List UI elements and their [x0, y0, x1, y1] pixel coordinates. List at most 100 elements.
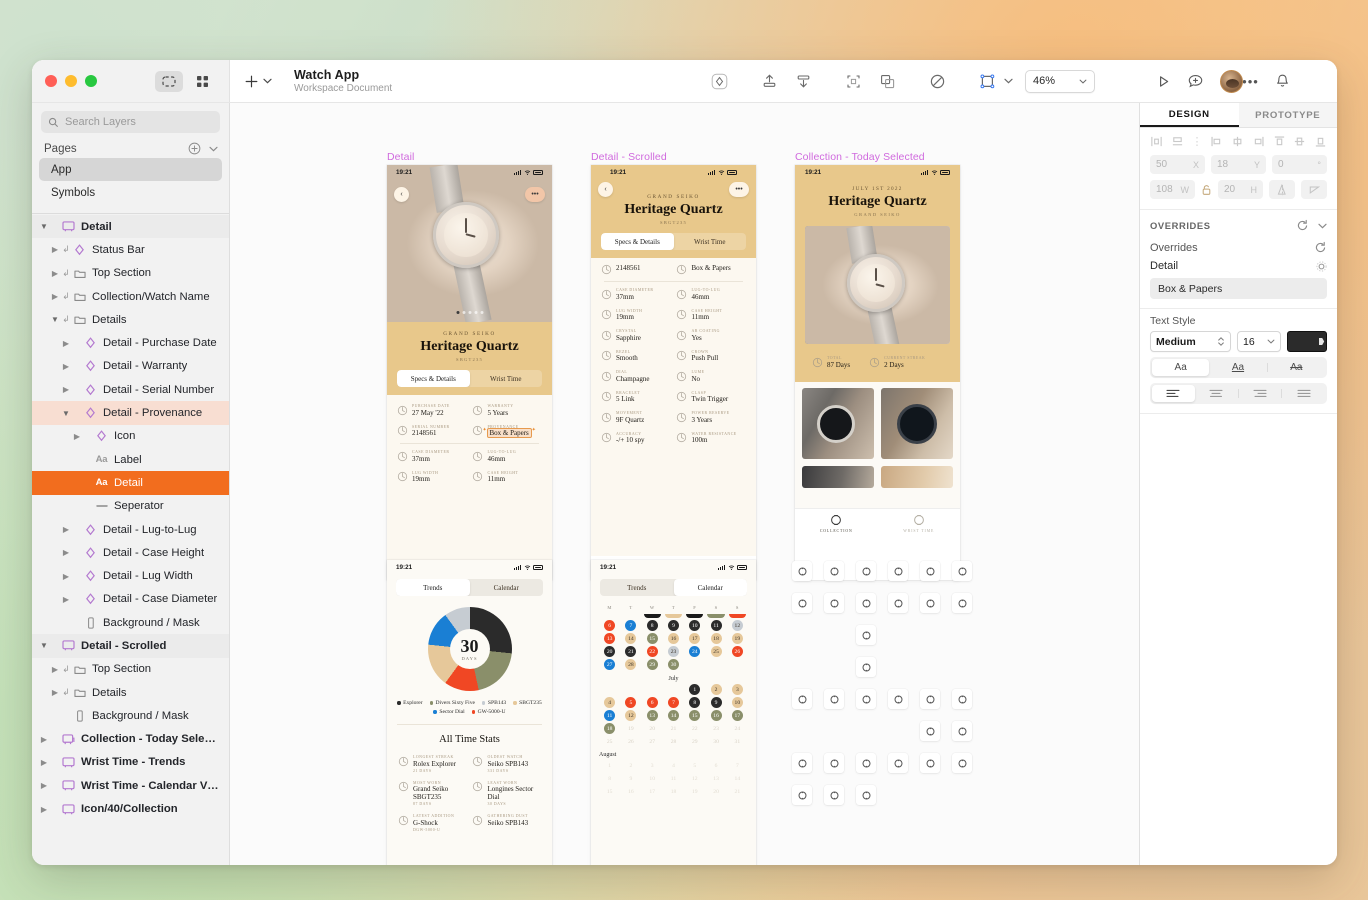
chevron-right-icon[interactable]: ▶ — [60, 362, 72, 371]
calendar-day[interactable]: 27 — [642, 736, 663, 747]
calendar-day[interactable] — [663, 684, 684, 695]
calendar-day[interactable]: 21 — [727, 786, 748, 797]
hash-icon[interactable] — [952, 753, 972, 773]
height-field[interactable]: 20 H — [1218, 180, 1263, 199]
calendar-day[interactable]: 11 — [705, 620, 726, 631]
calendar-day[interactable]: 19 — [684, 786, 705, 797]
layer-row-top-section[interactable]: ▶ ↲ Top Section — [32, 262, 229, 285]
make-symbol-icon[interactable] — [970, 68, 1004, 95]
play-icon[interactable] — [1156, 74, 1171, 89]
calendar-day[interactable]: 9 — [620, 773, 641, 784]
reset-overrides-icon[interactable] — [1296, 219, 1309, 232]
close-button[interactable] — [45, 75, 57, 87]
align-bottom-icon[interactable] — [786, 68, 820, 95]
calendar-day[interactable]: 6 — [642, 697, 663, 708]
calendar-day[interactable]: 6 — [705, 760, 726, 771]
tab-calendar[interactable]: Calendar — [470, 579, 544, 596]
font-weight-select[interactable]: Medium — [1150, 331, 1231, 352]
distribute-vertical-icon[interactable] — [1171, 135, 1184, 148]
tab-wrist-time[interactable]: Wrist Time — [470, 370, 543, 387]
comment-add-icon[interactable] — [1187, 73, 1204, 90]
calendar-day[interactable]: 11 — [663, 773, 684, 784]
calendar-day[interactable]: 29 — [642, 659, 663, 670]
align-right-icon[interactable] — [1252, 135, 1265, 148]
tab-trends[interactable]: Trends — [396, 579, 470, 596]
calendar-day[interactable]: 20 — [642, 723, 663, 734]
tab-trends[interactable]: Trends — [600, 579, 674, 596]
collection-card-4[interactable] — [881, 465, 953, 488]
bezel-icon[interactable] — [856, 593, 876, 613]
tab-wrist-time[interactable]: WRIST TIME — [878, 509, 961, 538]
flip-horizontal-icon[interactable] — [1269, 180, 1295, 199]
calendar-day[interactable] — [599, 684, 620, 695]
calendar-day[interactable]: 19 — [620, 723, 641, 734]
font-color-swatch[interactable] — [1287, 331, 1327, 352]
calendar-day[interactable]: 29 — [684, 736, 705, 747]
layer-row-background-mask[interactable]: Background / Mask — [32, 611, 229, 634]
zoom-button[interactable] — [85, 75, 97, 87]
calendar-day[interactable]: 17 — [642, 786, 663, 797]
align-right-option[interactable] — [1239, 385, 1282, 402]
calendar-day[interactable]: 13 — [705, 773, 726, 784]
calendar-grid-lower[interactable]: 1 2 3 4 5 6 7 8 9 10 11 12 13 14 15 16 17 18 19 20 21 22 23 24 2… — [599, 684, 748, 747]
text-decoration-segments[interactable]: Aa Aa Aa — [1150, 357, 1327, 378]
bell-icon[interactable] — [1275, 73, 1290, 89]
layer-row-label[interactable]: Aa Label — [32, 448, 229, 471]
chevron-down-icon[interactable]: ▼ — [38, 222, 50, 231]
page-item-app[interactable]: App — [39, 158, 222, 181]
calendar-day[interactable]: 18 — [599, 723, 620, 734]
insert-menu[interactable] — [244, 74, 272, 89]
layer-row-detail-case-height[interactable]: ▶ Detail - Case Height — [32, 541, 229, 564]
more-button[interactable]: ••• — [525, 187, 545, 202]
tab-specs-details[interactable]: Specs & Details — [397, 370, 470, 387]
calendar-day[interactable] — [620, 684, 641, 695]
calendar-day[interactable]: 3 — [727, 684, 748, 695]
toggle-grid-view-icon[interactable] — [188, 71, 216, 92]
calendar-day[interactable]: 18 — [705, 633, 726, 644]
snowflake-icon[interactable] — [856, 753, 876, 773]
layer-row-status-bar[interactable]: ▶ ↲ Status Bar — [32, 238, 229, 261]
calendar-day[interactable]: 16 — [620, 786, 641, 797]
calendar-day[interactable]: 25 — [599, 736, 620, 747]
align-center-option[interactable] — [1195, 385, 1238, 402]
size-fields[interactable]: 108 W 20 H — [1140, 177, 1337, 202]
chevron-right-icon[interactable]: ▶ — [38, 781, 50, 790]
calendar-day[interactable] — [727, 659, 748, 670]
symbol-icon-grid[interactable] — [792, 561, 972, 817]
layer-row-icon[interactable]: ▶ Icon — [32, 425, 229, 448]
layer-row-seperator[interactable]: Seperator — [32, 495, 229, 518]
chevron-right-icon[interactable]: ▶ — [60, 572, 72, 581]
tab-collection[interactable]: COLLECTION — [795, 509, 878, 538]
artboard-collection[interactable]: 19:21 JULY 1ST 2022 Heritage Quartz GRAN… — [795, 165, 960, 580]
power-icon[interactable] — [824, 689, 844, 709]
chevron-right-icon[interactable]: ▶ — [49, 269, 61, 278]
sparkle-icon[interactable] — [824, 753, 844, 773]
decoration-strikethrough[interactable]: Aa — [1268, 359, 1325, 376]
calendar-day[interactable]: 1 — [684, 684, 705, 695]
layer-row-background-mask[interactable]: Background / Mask — [32, 704, 229, 727]
tab-design[interactable]: DESIGN — [1140, 103, 1239, 127]
toggle-layers-panel-icon[interactable] — [155, 70, 183, 92]
flame-icon[interactable] — [792, 753, 812, 773]
artboard-title-detail-scrolled[interactable]: Detail - Scrolled — [591, 151, 667, 163]
decoration-underline[interactable]: Aa — [1209, 359, 1266, 376]
artboard-detail[interactable]: 19:21 ‹ ••• GRAND SEIKO Heritage Quartz … — [387, 165, 552, 580]
calendar-day[interactable]: 5 — [684, 760, 705, 771]
font-size-select[interactable]: 16 — [1237, 331, 1281, 352]
calendar-day[interactable]: 7 — [727, 760, 748, 771]
collection-hero-image[interactable] — [805, 226, 950, 344]
layer-row-detail-lug-to-lug[interactable]: ▶ Detail - Lug-to-Lug — [32, 518, 229, 541]
carousel-dots[interactable] — [456, 311, 483, 314]
calendar-day[interactable]: 12 — [727, 620, 748, 631]
x-field[interactable]: 50 X — [1150, 155, 1205, 174]
align-justify-option[interactable] — [1282, 385, 1325, 402]
layer-row-detail-scrolled[interactable]: ▼ Detail - Scrolled — [32, 634, 229, 658]
clock-icon[interactable] — [792, 785, 812, 805]
chevron-right-icon[interactable]: ▶ — [49, 688, 61, 697]
layer-row-collection-today-selected[interactable]: ▶ Collection - Today Selected — [32, 728, 229, 751]
chevron-right-icon[interactable]: ▶ — [71, 432, 83, 441]
battery-icon[interactable] — [920, 689, 940, 709]
calendar-day[interactable]: 8 — [684, 697, 705, 708]
position-fields[interactable]: 50 X 18 Y 0 ° — [1140, 152, 1337, 177]
bezel-bold-icon[interactable] — [856, 657, 876, 677]
